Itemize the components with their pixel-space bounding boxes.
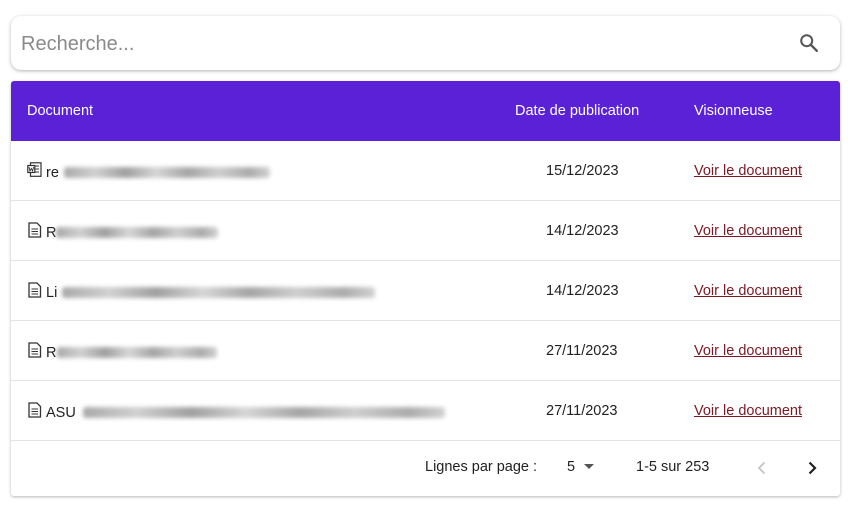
publication-date: 14/12/2023 (546, 223, 619, 239)
text-document-icon (28, 402, 42, 418)
rows-per-page-label: Lignes par page : (425, 459, 538, 475)
search-icon[interactable] (798, 32, 820, 54)
word-document-icon (27, 162, 42, 177)
publication-date: 14/12/2023 (546, 283, 619, 299)
text-document-icon (28, 282, 42, 298)
column-header-viewer: Visionneuse (694, 103, 773, 119)
search-bar (11, 16, 840, 70)
document-name: Li (46, 285, 58, 301)
document-name-blurred (62, 287, 375, 298)
table-row: ASU 27/11/2023 Voir le document (11, 381, 840, 441)
table-row: Li 14/12/2023 Voir le document (11, 261, 840, 321)
publication-date: 27/11/2023 (546, 343, 618, 359)
table-row: re 15/12/2023 Voir le document (11, 141, 840, 201)
document-name-blurred (83, 407, 445, 418)
document-name-blurred (56, 227, 218, 238)
document-name-blurred (64, 167, 270, 178)
column-header-document[interactable]: Document (27, 103, 93, 119)
column-header-date[interactable]: Date de publication (515, 103, 639, 119)
documents-table: Document Date de publication Visionneuse… (11, 81, 840, 496)
publication-date: 15/12/2023 (546, 163, 619, 179)
document-name: ASU (46, 405, 76, 421)
caret-down-icon[interactable] (584, 464, 594, 469)
pagination: Lignes par page : 5 1-5 sur 253 (11, 440, 840, 496)
document-name: R (46, 345, 57, 361)
document-name: R (46, 225, 57, 241)
search-input[interactable] (19, 26, 783, 62)
document-name-blurred (57, 347, 217, 358)
rows-per-page-select[interactable]: 5 (567, 459, 575, 475)
document-name: re (46, 165, 59, 181)
view-document-link[interactable]: Voir le document (694, 343, 802, 359)
view-document-link[interactable]: Voir le document (694, 283, 802, 299)
text-document-icon (28, 222, 42, 238)
view-document-link[interactable]: Voir le document (694, 163, 802, 179)
table-header: Document Date de publication Visionneuse (11, 81, 840, 141)
pagination-range: 1-5 sur 253 (636, 459, 710, 475)
chevron-left-icon[interactable] (752, 458, 772, 478)
text-document-icon (28, 342, 42, 358)
table-row: R 27/11/2023 Voir le document (11, 321, 840, 381)
publication-date: 27/11/2023 (546, 403, 618, 419)
table-row: R 14/12/2023 Voir le document (11, 201, 840, 261)
view-document-link[interactable]: Voir le document (694, 403, 802, 419)
chevron-right-icon[interactable] (802, 458, 822, 478)
view-document-link[interactable]: Voir le document (694, 223, 802, 239)
